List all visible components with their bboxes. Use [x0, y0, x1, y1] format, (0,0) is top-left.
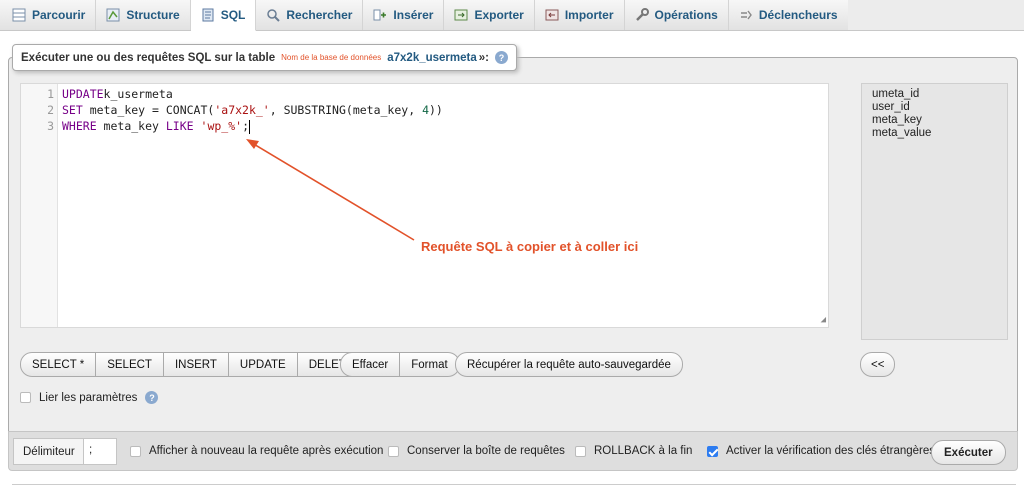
edit-buttons: Effacer Format	[340, 352, 460, 377]
select-button[interactable]: SELECT	[96, 352, 164, 377]
foreign-key-option[interactable]: Activer la vérification des clés étrangè…	[707, 445, 935, 457]
execute-button[interactable]: Exécuter	[931, 440, 1006, 465]
show-query-option[interactable]: Afficher à nouveau la requête après exéc…	[130, 445, 383, 457]
table-name[interactable]: a7x2k_usermeta	[387, 52, 477, 64]
insert-column-row: <<	[860, 352, 896, 377]
legend-suffix: »:	[478, 51, 489, 64]
db-name-label: Nom de la base de données	[281, 53, 382, 62]
select-star-button[interactable]: SELECT *	[20, 352, 97, 377]
panel-title: Exécuter une ou des requêtes SQL sur la …	[21, 51, 276, 64]
query-footer: Délimiteur ; Afficher à nouveau la requê…	[8, 431, 1018, 471]
help-icon[interactable]: ?	[145, 391, 159, 404]
annotation-text: Requête SQL à copier et à coller ici	[421, 239, 639, 254]
rollback-checkbox[interactable]	[575, 445, 586, 457]
recover-row: Récupérer la requête auto-sauvegardée	[455, 352, 683, 377]
update-button[interactable]: UPDATE	[228, 352, 298, 377]
insert-button[interactable]: INSERT	[163, 352, 229, 377]
option-label: ROLLBACK à la fin	[594, 445, 693, 457]
bind-params-label: Lier les paramètres	[39, 391, 138, 404]
show-query-checkbox[interactable]	[130, 445, 141, 457]
delimiter-label: Délimiteur	[13, 438, 85, 465]
retain-box-option[interactable]: Conserver la boîte de requêtes	[388, 445, 565, 457]
query-template-buttons: SELECT * SELECT INSERT UPDATE DELETE	[20, 352, 366, 377]
retain-box-checkbox[interactable]	[388, 445, 399, 457]
recover-autosave-button[interactable]: Récupérer la requête auto-sauvegardée	[455, 352, 683, 377]
option-label: Conserver la boîte de requêtes	[407, 445, 565, 457]
insert-column-button[interactable]: <<	[860, 352, 896, 377]
delimiter-input[interactable]: ;	[83, 438, 117, 465]
format-button[interactable]: Format	[400, 352, 460, 377]
rollback-option[interactable]: ROLLBACK à la fin	[575, 445, 692, 457]
clear-button[interactable]: Effacer	[340, 352, 401, 377]
divider	[12, 484, 1016, 485]
bind-params-checkbox[interactable]	[20, 392, 31, 403]
panel-legend: Exécuter une ou des requêtes SQL sur la …	[12, 44, 517, 71]
option-label: Activer la vérification des clés étrangè…	[726, 445, 936, 457]
bind-params-option[interactable]: Lier les paramètres ?	[20, 391, 159, 404]
option-label: Afficher à nouveau la requête après exéc…	[149, 445, 384, 457]
foreign-key-checkbox[interactable]	[707, 445, 718, 457]
help-icon[interactable]: ?	[494, 51, 508, 64]
